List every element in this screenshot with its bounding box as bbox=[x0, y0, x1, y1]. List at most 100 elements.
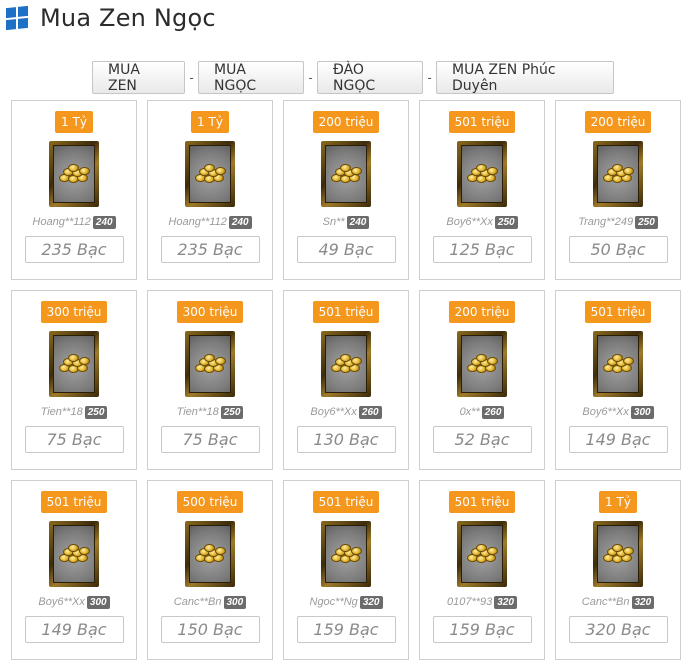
item-card[interactable]: 1 Tỷ Hoang**112 240 235 Bạc bbox=[11, 100, 137, 280]
zen-coin-icon bbox=[321, 521, 371, 587]
tab-separator: - bbox=[308, 70, 313, 85]
seller-name: Ngoc**Ng bbox=[309, 596, 358, 608]
seller-info: 0107**93 320 bbox=[447, 594, 517, 610]
zen-coin-icon bbox=[185, 521, 235, 587]
amount-badge: 1 Tỷ bbox=[55, 111, 93, 133]
seller-info: Sn** 240 bbox=[323, 214, 370, 230]
buy-price-button[interactable]: 149 Bạc bbox=[568, 426, 668, 453]
buy-price-button[interactable]: 49 Bạc bbox=[296, 236, 396, 263]
seller-name: Canc**Bn bbox=[173, 596, 222, 608]
seller-name: Boy6**Xx bbox=[582, 406, 629, 418]
buy-price-button[interactable]: 125 Bạc bbox=[432, 236, 532, 263]
seller-info: Tien**18 250 bbox=[177, 404, 244, 420]
item-card[interactable]: 200 triệu Trang**249 250 50 Bạc bbox=[555, 100, 681, 280]
zen-coin-icon bbox=[321, 331, 371, 397]
item-card[interactable]: 500 triệu Canc**Bn 300 150 Bạc bbox=[147, 480, 273, 660]
amount-badge: 501 triệu bbox=[312, 301, 380, 323]
amount-badge: 1 Tỷ bbox=[599, 491, 637, 513]
page-title: Mua Zen Ngọc bbox=[40, 4, 216, 32]
amount-badge: 200 triệu bbox=[312, 111, 380, 133]
buy-price-button[interactable]: 130 Bạc bbox=[296, 426, 396, 453]
buy-price-button[interactable]: 159 Bạc bbox=[432, 616, 532, 643]
zen-coin-icon bbox=[185, 141, 235, 207]
level-badge: 320 bbox=[494, 595, 517, 609]
seller-name: Boy6**Xx bbox=[446, 216, 493, 228]
zen-coin-icon bbox=[457, 141, 507, 207]
buy-price-button[interactable]: 75 Bạc bbox=[160, 426, 260, 453]
seller-info: Boy6**Xx 300 bbox=[38, 594, 110, 610]
zen-coin-icon bbox=[457, 331, 507, 397]
zen-coin-icon bbox=[457, 521, 507, 587]
item-card[interactable]: 501 triệu Boy6**Xx 260 130 Bạc bbox=[283, 290, 409, 470]
level-badge: 240 bbox=[92, 215, 116, 229]
seller-info: Boy6**Xx 250 bbox=[446, 214, 518, 230]
seller-name: 0x** bbox=[459, 406, 480, 418]
buy-price-button[interactable]: 50 Bạc bbox=[568, 236, 668, 263]
item-card[interactable]: 501 triệu Boy6**Xx 250 125 Bạc bbox=[419, 100, 545, 280]
zen-coin-icon bbox=[185, 331, 235, 397]
seller-info: Boy6**Xx 260 bbox=[310, 404, 382, 420]
level-badge: 250 bbox=[494, 215, 518, 229]
seller-name: Hoang**112 bbox=[32, 216, 91, 228]
tab-mua-zen-phuc-duyen[interactable]: MUA ZEN Phúc Duyên bbox=[436, 61, 614, 94]
item-card[interactable]: 501 triệu 0107**93 320 159 Bạc bbox=[419, 480, 545, 660]
level-badge: 260 bbox=[358, 405, 382, 419]
buy-price-button[interactable]: 149 Bạc bbox=[24, 616, 124, 643]
item-card[interactable]: 501 triệu Boy6**Xx 300 149 Bạc bbox=[11, 480, 137, 660]
seller-info: Trang**249 250 bbox=[578, 214, 658, 230]
amount-badge: 501 triệu bbox=[312, 491, 380, 513]
item-card[interactable]: 501 triệu Ngoc**Ng 320 159 Bạc bbox=[283, 480, 409, 660]
item-card[interactable]: 200 triệu Sn** 240 49 Bạc bbox=[283, 100, 409, 280]
level-badge: 240 bbox=[228, 215, 252, 229]
seller-info: Tien**18 250 bbox=[41, 404, 108, 420]
item-card[interactable]: 1 Tỷ Canc**Bn 320 320 Bạc bbox=[555, 480, 681, 660]
amount-badge: 200 triệu bbox=[584, 111, 652, 133]
buy-price-button[interactable]: 235 Bạc bbox=[24, 236, 124, 263]
zen-coin-icon bbox=[593, 331, 643, 397]
tab-mua-zen[interactable]: MUA ZEN bbox=[92, 61, 185, 94]
item-card[interactable]: 300 triệu Tien**18 250 75 Bạc bbox=[11, 290, 137, 470]
item-card[interactable]: 200 triệu 0x** 260 52 Bạc bbox=[419, 290, 545, 470]
seller-name: Tien**18 bbox=[40, 406, 83, 418]
zen-coin-icon bbox=[49, 141, 99, 207]
seller-info: Hoang**112 240 bbox=[168, 214, 252, 230]
amount-badge: 300 triệu bbox=[40, 301, 108, 323]
level-badge: 300 bbox=[223, 595, 247, 609]
amount-badge: 501 triệu bbox=[448, 491, 516, 513]
amount-badge: 500 triệu bbox=[176, 491, 244, 513]
tab-separator: - bbox=[427, 70, 432, 85]
buy-price-button[interactable]: 235 Bạc bbox=[160, 236, 260, 263]
seller-info: Ngoc**Ng 320 bbox=[310, 594, 383, 610]
seller-info: Canc**Bn 320 bbox=[582, 594, 655, 610]
level-badge: 320 bbox=[359, 595, 383, 609]
amount-badge: 501 triệu bbox=[448, 111, 516, 133]
buy-price-button[interactable]: 52 Bạc bbox=[432, 426, 532, 453]
buy-price-button[interactable]: 159 Bạc bbox=[296, 616, 396, 643]
zen-coin-icon bbox=[593, 141, 643, 207]
tab-dao-ngoc[interactable]: ĐÀO NGỌC bbox=[317, 61, 423, 94]
tab-mua-ngoc[interactable]: MUA NGỌC bbox=[198, 61, 304, 94]
amount-badge: 501 triệu bbox=[40, 491, 108, 513]
page-header: Mua Zen Ngọc bbox=[6, 0, 216, 36]
item-card[interactable]: 501 triệu Boy6**Xx 300 149 Bạc bbox=[555, 290, 681, 470]
level-badge: 300 bbox=[86, 595, 110, 609]
seller-name: Tien**18 bbox=[176, 406, 219, 418]
buy-price-button[interactable]: 150 Bạc bbox=[160, 616, 260, 643]
seller-info: 0x** 260 bbox=[460, 404, 505, 420]
zen-coin-icon bbox=[49, 331, 99, 397]
buy-price-button[interactable]: 320 Bạc bbox=[568, 616, 668, 643]
seller-name: Sn** bbox=[322, 216, 345, 228]
zen-coin-icon bbox=[321, 141, 371, 207]
item-card[interactable]: 1 Tỷ Hoang**112 240 235 Bạc bbox=[147, 100, 273, 280]
seller-name: 0107**93 bbox=[447, 596, 493, 608]
amount-badge: 501 triệu bbox=[584, 301, 652, 323]
amount-badge: 1 Tỷ bbox=[191, 111, 229, 133]
level-badge: 300 bbox=[630, 405, 654, 419]
level-badge: 250 bbox=[220, 405, 244, 419]
zen-coin-icon bbox=[49, 521, 99, 587]
item-card[interactable]: 300 triệu Tien**18 250 75 Bạc bbox=[147, 290, 273, 470]
level-badge: 260 bbox=[481, 405, 505, 419]
buy-price-button[interactable]: 75 Bạc bbox=[24, 426, 124, 453]
tab-separator: - bbox=[189, 70, 194, 85]
seller-info: Hoang**112 240 bbox=[32, 214, 116, 230]
